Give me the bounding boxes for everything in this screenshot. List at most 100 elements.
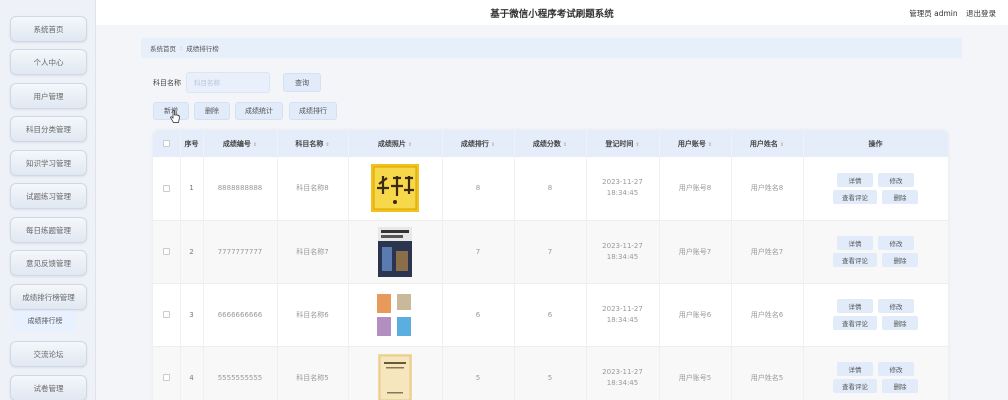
cell-actions: 详情 修改 查看评论 删除 [803,283,948,347]
sidebar-item-profile[interactable]: 个人中心 [10,49,87,75]
breadcrumb-current: 成绩排行榜 [186,45,219,53]
sort-icon[interactable]: ⇕ [563,142,567,148]
sidebar-item-ranking-mgmt[interactable]: 成绩排行榜管理 [10,284,87,310]
cell-score: 5 [514,346,587,400]
col-header-index: 序号 [180,130,204,157]
view-comments-button[interactable]: 查看评论 [833,253,877,267]
delete-button[interactable]: 删除 [882,379,918,393]
cell-rank: 6 [442,283,515,347]
cell-index: 4 [180,346,204,400]
score-stats-button[interactable]: 成绩统计 [235,102,283,120]
delete-button[interactable]: 删除 [882,316,918,330]
sidebar-item-daily[interactable]: 每日练题管理 [10,217,87,243]
row-checkbox[interactable] [153,283,181,347]
cell-rank: 8 [442,157,515,221]
cell-subject: 科目名称5 [277,346,349,400]
cell-account: 用户账号6 [659,283,732,347]
cell-code: 5555555555 [203,346,278,400]
breadcrumb-home[interactable]: 系统首页 [150,43,176,53]
row-checkbox[interactable] [153,157,181,221]
topbar: 基于微信小程序考试刷题系统 管理员 admin 退出登录 [96,0,1008,25]
cell-code: 8888888888 [203,157,278,221]
cell-actions: 详情 修改 查看评论 删除 [803,346,948,400]
score-ranking-button[interactable]: 成绩排行 [289,102,337,120]
table-row: 3 6666666666 科目名称6 6 6 2023-11-27 18:34:… [153,283,948,347]
sort-icon[interactable]: ⇕ [491,142,495,148]
table-header-row: 序号 成绩编号 ⇕ 科目名称 ⇕ 成绩照片 ⇕ 成绩排行 ⇕ 成绩分数 ⇕ 登记时间 ⇕ 用… [153,130,948,157]
score-photo-image[interactable] [378,353,412,400]
cell-code: 7777777777 [203,220,278,284]
sidebar-item-feedback[interactable]: 意见反馈管理 [10,250,87,276]
delete-button[interactable]: 删除 [882,189,918,204]
user-area: 管理员 admin 退出登录 [903,8,996,19]
cell-photo [348,220,443,284]
edit-button[interactable]: 修改 [878,172,914,187]
logout-link[interactable]: 退出登录 [966,9,996,18]
ranking-table: 序号 成绩编号 ⇕ 科目名称 ⇕ 成绩照片 ⇕ 成绩排行 ⇕ 成绩分数 ⇕ 登记时间 ⇕ 用… [153,130,948,400]
edit-button[interactable]: 修改 [878,299,914,313]
col-header-subject[interactable]: 科目名称 ⇕ [277,130,349,157]
col-header-photo[interactable]: 成绩照片 ⇕ [348,130,443,157]
search-button[interactable]: 查询 [283,73,321,92]
sort-icon[interactable]: ⇕ [253,142,257,148]
view-comments-button[interactable]: 查看评论 [833,379,877,393]
edit-button[interactable]: 修改 [878,236,914,250]
search-label: 科目名称 [153,79,181,87]
score-photo-image[interactable] [371,164,419,213]
sidebar-item-exams[interactable]: 试卷管理 [10,375,87,400]
cell-account: 用户账号5 [659,346,732,400]
cell-photo [348,283,443,347]
sidebar: 系统首页 个人中心 用户管理 科目分类管理 知识学习管理 试题练习管理 每日练题… [0,0,96,400]
sidebar-item-practice[interactable]: 试题练习管理 [10,183,87,209]
cell-photo [348,346,443,400]
sidebar-item-users[interactable]: 用户管理 [10,83,87,109]
sidebar-item-forum[interactable]: 交流论坛 [10,341,87,367]
row-checkbox[interactable] [153,346,181,400]
breadcrumb: 系统首页 : 成绩排行榜 [141,38,962,58]
detail-button[interactable]: 详情 [837,299,873,313]
detail-button[interactable]: 详情 [837,362,873,376]
sidebar-subitem-ranking[interactable]: 成绩排行榜 [14,311,76,331]
cell-account: 用户账号7 [659,220,732,284]
col-header-time[interactable]: 登记时间 ⇕ [586,130,660,157]
sort-icon[interactable]: ⇕ [635,142,639,148]
detail-button[interactable]: 详情 [837,172,873,187]
col-header-code[interactable]: 成绩编号 ⇕ [203,130,278,157]
sidebar-item-knowledge[interactable]: 知识学习管理 [10,150,87,176]
col-header-name[interactable]: 用户姓名 ⇕ [731,130,804,157]
sort-icon[interactable]: ⇕ [708,142,712,148]
breadcrumb-separator: : [180,44,183,52]
table-row: 2 7777777777 科目名称7 7 7 2023-11-27 18:34:… [153,220,948,284]
cell-index: 3 [180,283,204,347]
col-header-account[interactable]: 用户账号 ⇕ [659,130,732,157]
score-photo-image[interactable] [375,291,415,338]
score-photo-image[interactable] [378,226,412,277]
col-header-score[interactable]: 成绩分数 ⇕ [514,130,587,157]
sort-icon[interactable]: ⇕ [408,142,412,148]
view-comments-button[interactable]: 查看评论 [833,316,877,330]
row-checkbox[interactable] [153,220,181,284]
view-comments-button[interactable]: 查看评论 [833,189,877,204]
cell-subject: 科目名称7 [277,220,349,284]
cell-account: 用户账号8 [659,157,732,221]
cell-photo [348,157,443,221]
cell-rank: 7 [442,220,515,284]
sort-icon[interactable]: ⇕ [780,142,784,148]
cell-subject: 科目名称8 [277,157,349,221]
detail-button[interactable]: 详情 [837,236,873,250]
sidebar-item-home[interactable]: 系统首页 [10,16,87,42]
cell-time: 2023-11-27 18:34:45 [586,346,660,400]
cell-name: 用户姓名8 [731,157,804,221]
delete-button[interactable]: 删除 [882,253,918,267]
select-all-checkbox[interactable] [153,130,181,157]
search-input[interactable] [186,72,270,93]
user-name: 管理员 admin [909,9,958,18]
edit-button[interactable]: 修改 [878,362,914,376]
batch-delete-button[interactable]: 删除 [194,102,230,120]
sidebar-item-subject-category[interactable]: 科目分类管理 [10,116,87,142]
col-header-rank[interactable]: 成绩排行 ⇕ [442,130,515,157]
cell-score: 6 [514,283,587,347]
cell-time: 2023-11-27 18:34:45 [586,220,660,284]
cell-score: 7 [514,220,587,284]
sort-icon[interactable]: ⇕ [325,142,329,148]
